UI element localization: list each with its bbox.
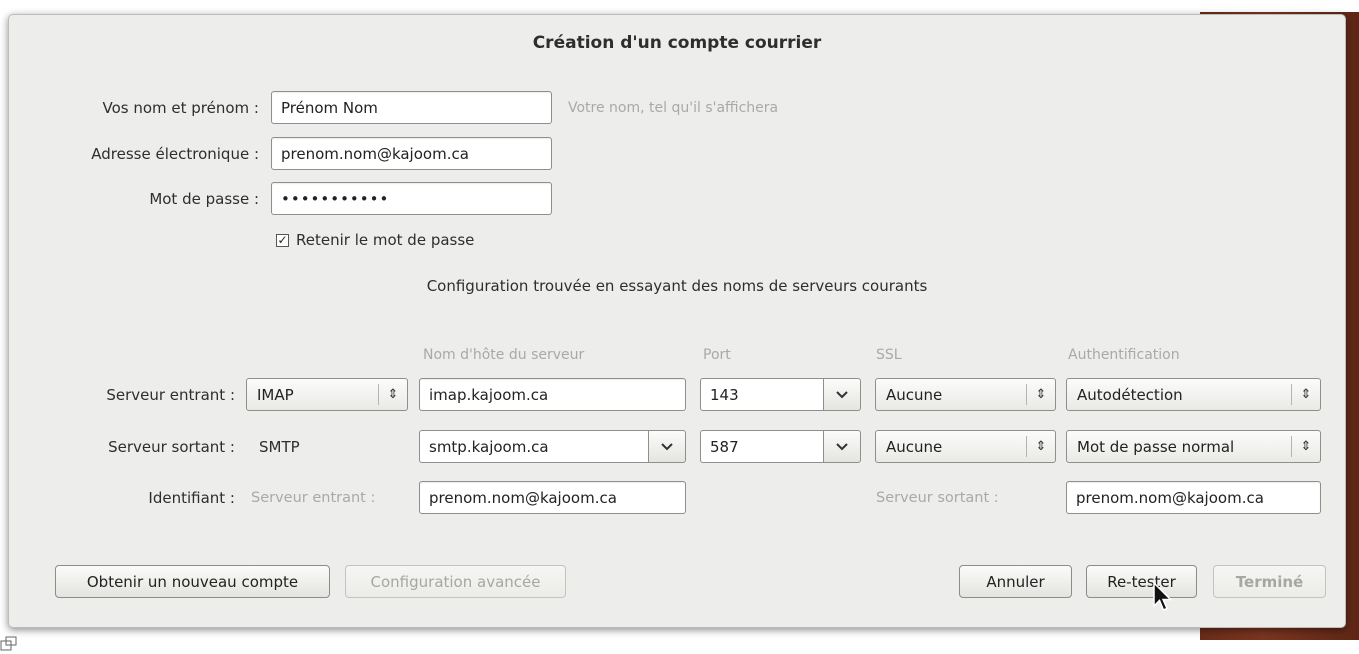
chevron-down-icon[interactable]: [823, 430, 861, 463]
header-auth: Authentification: [1068, 347, 1180, 363]
header-ssl: SSL: [876, 347, 902, 363]
email-label: Adresse électronique :: [91, 145, 259, 163]
updown-arrows-icon: ⇕: [387, 387, 399, 402]
outgoing-port-value[interactable]: 587: [700, 430, 823, 463]
identifier-outgoing-field[interactable]: prenom.nom@kajoom.ca: [1066, 481, 1321, 514]
password-label: Mot de passe :: [149, 190, 259, 208]
done-button[interactable]: Terminé: [1213, 565, 1326, 598]
remember-checkbox[interactable]: ✓: [276, 234, 289, 247]
identifier-label: Identifiant :: [148, 489, 235, 507]
dialog-title: Création d'un compte courrier: [532, 33, 822, 53]
header-hostname: Nom d'hôte du serveur: [423, 347, 585, 363]
incoming-hostname-field[interactable]: imap.kajoom.ca: [419, 378, 686, 411]
incoming-ssl-value: Aucune: [886, 385, 943, 404]
outgoing-hostname-combo[interactable]: smtp.kajoom.ca: [419, 430, 686, 463]
chevron-down-icon[interactable]: [823, 378, 861, 411]
new-account-button[interactable]: Obtenir un nouveau compte: [55, 565, 330, 598]
name-label: Vos nom et prénom :: [102, 99, 259, 117]
incoming-label: Serveur entrant :: [106, 386, 235, 404]
updown-arrows-icon: ⇕: [1035, 387, 1047, 402]
updown-arrows-icon: ⇕: [1300, 439, 1312, 454]
outgoing-hostname-value[interactable]: smtp.kajoom.ca: [419, 430, 648, 463]
password-field[interactable]: •••••••••••: [271, 182, 552, 215]
retest-button[interactable]: Re-tester: [1086, 565, 1197, 598]
incoming-auth-value: Autodétection: [1077, 385, 1183, 404]
header-port: Port: [703, 347, 731, 363]
advanced-config-button[interactable]: Configuration avancée: [345, 565, 566, 598]
outgoing-ssl-select[interactable]: Aucune ⇕: [875, 430, 1056, 463]
status-text: Configuration trouvée en essayant des no…: [426, 277, 928, 295]
cancel-button[interactable]: Annuler: [959, 565, 1072, 598]
outgoing-port-combo[interactable]: 587: [700, 430, 861, 463]
chevron-down-icon[interactable]: [648, 430, 686, 463]
outgoing-protocol: SMTP: [259, 438, 300, 456]
incoming-ssl-select[interactable]: Aucune ⇕: [875, 378, 1056, 411]
outgoing-ssl-value: Aucune: [886, 437, 943, 456]
name-hint: Votre nom, tel qu'il s'affichera: [568, 100, 779, 116]
updown-arrows-icon: ⇕: [1300, 387, 1312, 402]
incoming-protocol-select[interactable]: IMAP ⇕: [246, 378, 408, 411]
identifier-incoming-label: Serveur entrant :: [251, 490, 376, 506]
account-setup-dialog: Création d'un compte courrier Vos nom et…: [8, 14, 1346, 628]
expand-icon: [0, 636, 17, 651]
outgoing-auth-select[interactable]: Mot de passe normal ⇕: [1066, 430, 1321, 463]
identifier-outgoing-label: Serveur sortant :: [876, 490, 999, 506]
incoming-port-combo[interactable]: 143: [700, 378, 861, 411]
remember-label: Retenir le mot de passe: [296, 231, 475, 249]
name-field[interactable]: Prénom Nom: [271, 91, 552, 124]
mouse-pointer-icon: [1153, 582, 1173, 611]
incoming-protocol-value: IMAP: [257, 385, 294, 404]
identifier-incoming-field[interactable]: prenom.nom@kajoom.ca: [419, 481, 686, 514]
updown-arrows-icon: ⇕: [1035, 439, 1047, 454]
incoming-port-value[interactable]: 143: [700, 378, 823, 411]
incoming-auth-select[interactable]: Autodétection ⇕: [1066, 378, 1321, 411]
outgoing-label: Serveur sortant :: [108, 438, 235, 456]
email-field[interactable]: prenom.nom@kajoom.ca: [271, 137, 552, 170]
outgoing-auth-value: Mot de passe normal: [1077, 437, 1235, 456]
